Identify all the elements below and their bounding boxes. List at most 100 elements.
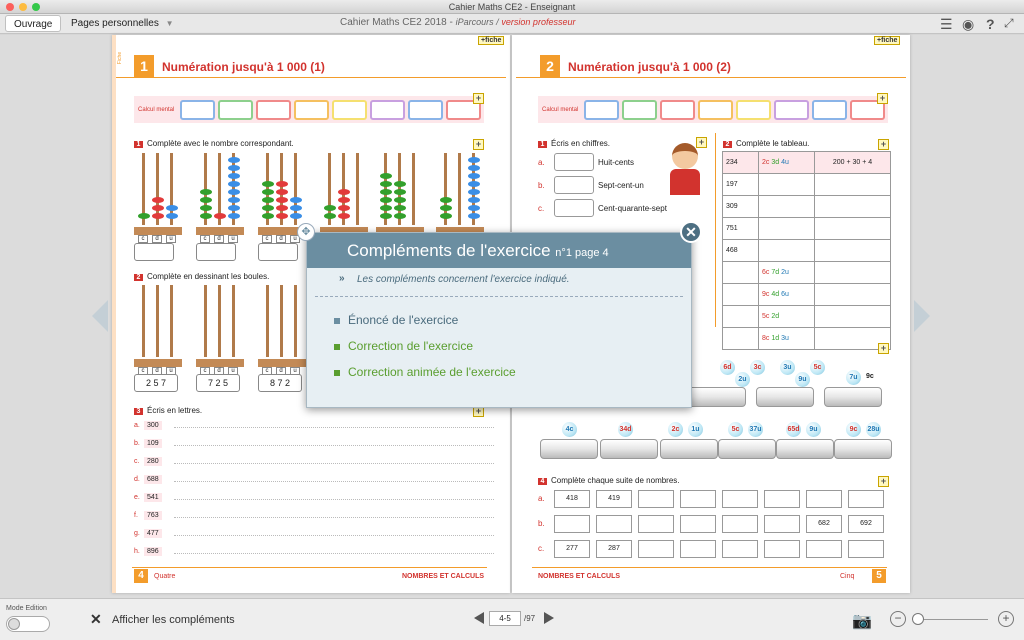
sequence-cell[interactable] [764, 540, 800, 558]
answer-input[interactable] [554, 153, 594, 171]
add-complement-button[interactable]: + [878, 343, 889, 354]
sequence-cell[interactable] [806, 490, 842, 508]
answer-input[interactable] [134, 243, 174, 261]
bottom-bar: Mode Edition ✕ Afficher les compléments … [0, 598, 1024, 640]
calcul-mental-band: Calcul mental [134, 96, 484, 123]
zoom-slider-handle[interactable] [912, 613, 924, 625]
answer-box[interactable] [584, 100, 619, 120]
tab-ouvrage[interactable]: Ouvrage [5, 15, 62, 32]
tab-pages-personnelles[interactable]: Pages personnelles ▼ [63, 15, 182, 32]
sequence-cell[interactable] [722, 515, 758, 533]
zoom-out-icon[interactable]: − [890, 611, 906, 627]
add-complement-button[interactable]: + [473, 139, 484, 150]
answer-input[interactable] [554, 176, 594, 194]
number-ball: 6d [720, 360, 735, 375]
bullet-icon [334, 369, 340, 376]
show-complements-label[interactable]: Afficher les compléments [112, 614, 235, 626]
answer-box[interactable] [736, 100, 771, 120]
move-icon[interactable]: ✥ [297, 223, 315, 241]
answer-input[interactable] [196, 243, 236, 261]
menu-icon[interactable]: ☰ [940, 16, 953, 33]
write-row[interactable]: b. 109 [134, 439, 494, 448]
answer-input[interactable] [258, 243, 298, 261]
complement-correction-link[interactable]: Correction de l'exercice [334, 339, 473, 353]
ex1-text-c: Cent-quarante-sept [598, 204, 667, 213]
write-row[interactable]: a. 300 [134, 421, 494, 430]
sequence-cell: 692 [848, 515, 884, 533]
answer-box[interactable] [218, 100, 253, 120]
close-window-button[interactable] [6, 3, 14, 11]
answer-box[interactable] [370, 100, 405, 120]
fiche-button[interactable]: +fiche [478, 36, 505, 45]
sequence-cell[interactable] [638, 515, 674, 533]
chevron-right-icon: » [339, 273, 345, 284]
sequence-cell[interactable] [680, 515, 716, 533]
sequence-cell[interactable] [806, 540, 842, 558]
next-page-button[interactable] [544, 612, 554, 624]
write-row[interactable]: d. 688 [134, 475, 494, 484]
answer-input[interactable] [554, 199, 594, 217]
fiche-button[interactable]: +fiche [874, 36, 901, 45]
sequence-cell[interactable] [722, 490, 758, 508]
empty-abacus[interactable]: cdu [196, 285, 244, 375]
prev-page-button[interactable] [474, 612, 484, 624]
add-complement-button[interactable]: + [877, 93, 888, 104]
complement-animated-link[interactable]: Correction animée de l'exercice [334, 365, 516, 379]
zoom-window-button[interactable] [32, 3, 40, 11]
sequence-cell[interactable] [722, 540, 758, 558]
page-input[interactable]: 4-5 [489, 611, 521, 626]
answer-box[interactable] [332, 100, 367, 120]
close-icon[interactable]: ✕ [90, 611, 102, 628]
number-ball: 3u [780, 360, 795, 375]
answer-box[interactable] [698, 100, 733, 120]
sequence-cell[interactable] [680, 540, 716, 558]
drum [824, 387, 882, 407]
sequence-cell[interactable] [596, 515, 632, 533]
sequence-cell[interactable] [554, 515, 590, 533]
help-icon[interactable]: ? [986, 16, 995, 32]
empty-abacus[interactable]: cdu [258, 285, 306, 375]
minimize-window-button[interactable] [19, 3, 27, 11]
eye-icon[interactable]: ◉ [962, 16, 974, 33]
complement-enonce-link[interactable]: Énoncé de l'exercice [334, 313, 458, 327]
answer-box[interactable] [256, 100, 291, 120]
mode-edition-label: Mode Edition [6, 605, 47, 612]
exercise-1-label: 1 Écris en chiffres. [538, 139, 610, 148]
answer-box[interactable] [408, 100, 443, 120]
sequence-cell[interactable] [680, 490, 716, 508]
number-label: 8 7 2 [258, 374, 302, 392]
answer-box[interactable] [774, 100, 809, 120]
doc-parcours: iParcours / [455, 17, 499, 27]
lesson-number: 1 [134, 55, 154, 77]
write-row[interactable]: e. 541 [134, 493, 494, 502]
answer-box[interactable] [622, 100, 657, 120]
previous-page-arrow[interactable] [92, 300, 108, 332]
sequence-cell[interactable] [764, 515, 800, 533]
write-row[interactable]: g. 477 [134, 529, 494, 538]
sequence-cell[interactable] [848, 490, 884, 508]
mode-edition-toggle[interactable] [6, 616, 50, 632]
sequence-cell[interactable] [764, 490, 800, 508]
resize-icon[interactable]: ⤢ [1004, 16, 1014, 31]
write-row[interactable]: h. 896 [134, 547, 494, 556]
zoom-in-icon[interactable]: + [998, 611, 1014, 627]
page-word: Cinq [840, 573, 855, 580]
answer-box[interactable] [812, 100, 847, 120]
answer-box[interactable] [660, 100, 695, 120]
answer-box[interactable] [180, 100, 215, 120]
page-total: /97 [524, 614, 536, 623]
add-complement-button[interactable]: + [473, 93, 484, 104]
write-row[interactable]: c. 280 [134, 457, 494, 466]
add-complement-button[interactable]: + [878, 139, 889, 150]
sequence-cell[interactable] [638, 490, 674, 508]
answer-box[interactable] [294, 100, 329, 120]
sequence-cell[interactable] [848, 540, 884, 558]
add-complement-button[interactable]: + [878, 476, 889, 487]
camera-icon[interactable]: 📷 [852, 611, 872, 631]
drum [776, 439, 834, 459]
empty-abacus[interactable]: cdu [134, 285, 182, 375]
close-popup-button[interactable]: ✕ [680, 221, 702, 243]
next-page-arrow[interactable] [914, 300, 930, 332]
sequence-cell[interactable] [638, 540, 674, 558]
write-row[interactable]: f. 763 [134, 511, 494, 520]
